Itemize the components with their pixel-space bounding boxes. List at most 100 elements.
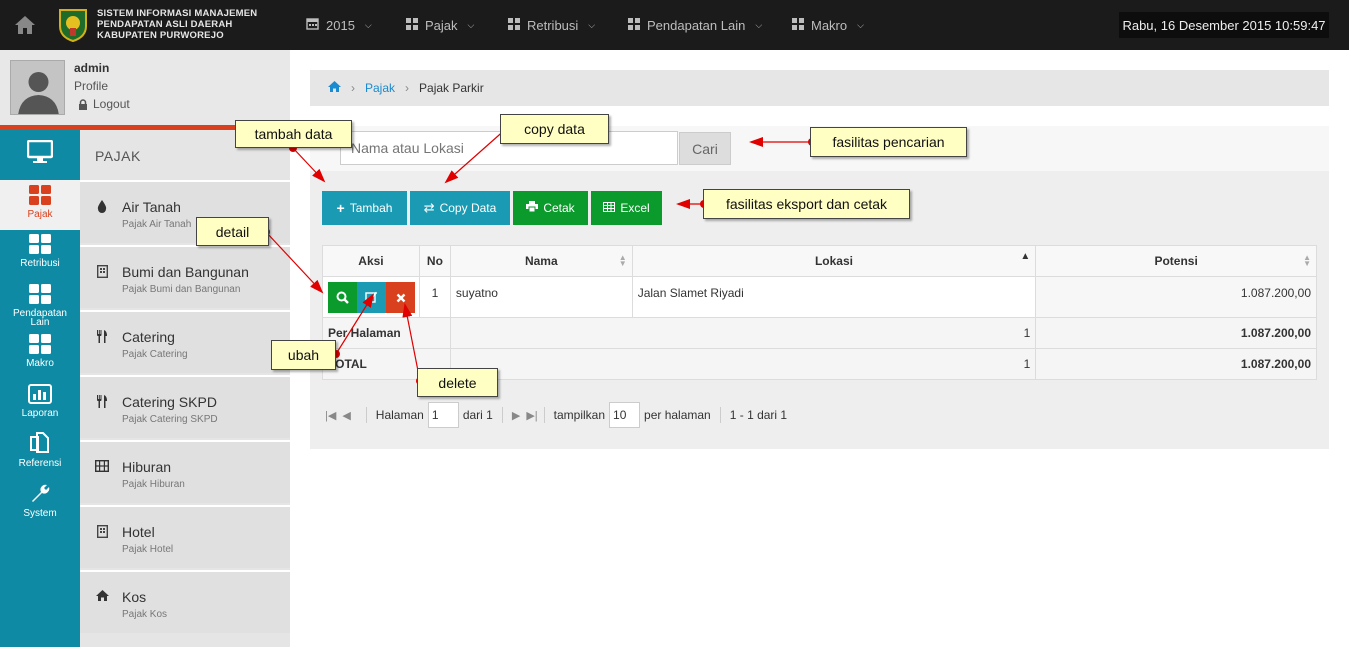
submenu-item-catering[interactable]: Catering Pajak Catering bbox=[80, 310, 290, 373]
pager-divider bbox=[501, 407, 503, 423]
nav-laporan[interactable]: Laporan bbox=[0, 384, 80, 424]
per-page-input[interactable]: 10 bbox=[609, 402, 641, 428]
delete-button[interactable] bbox=[386, 282, 415, 313]
data-table: Aksi No Nama ▲ ▼ Lokasi ▲ Potensi ▲ ▼ 1 suyat… bbox=[322, 245, 1317, 380]
submenu-item-catering-skpd[interactable]: Catering SKPD Pajak Catering SKPD bbox=[80, 375, 290, 438]
note-pencarian: fasilitas pencarian bbox=[810, 127, 967, 157]
nav-label: Pajak bbox=[27, 209, 53, 220]
submenu-item-hiburan[interactable]: Hiburan Pajak Hiburan bbox=[80, 440, 290, 503]
submenu-item-name: Catering SKPD bbox=[122, 394, 217, 410]
add-button[interactable]: + Tambah bbox=[322, 191, 407, 225]
grid-icon bbox=[406, 17, 418, 33]
chevron-down-icon: ⌵ bbox=[857, 19, 864, 30]
nav-referensi[interactable]: Referensi bbox=[0, 432, 80, 474]
excel-button-label: Excel bbox=[620, 201, 650, 215]
cell-potensi: 1.087.200,00 bbox=[1035, 276, 1317, 318]
print-button[interactable]: Cetak bbox=[513, 191, 588, 225]
search-button[interactable]: Cari bbox=[679, 132, 731, 165]
submenu-item-desc: Pajak Catering SKPD bbox=[122, 414, 218, 425]
submenu-item-kos[interactable]: Kos Pajak Kos bbox=[80, 570, 290, 633]
note-tambah: tambah data bbox=[235, 120, 352, 148]
avatar bbox=[10, 60, 65, 115]
menu-makro[interactable]: Makro ⌵ bbox=[792, 0, 864, 50]
add-button-label: Tambah bbox=[349, 201, 393, 215]
grid-icon bbox=[628, 17, 640, 33]
bar-chart-icon bbox=[28, 384, 52, 404]
pajak-submenu: PAJAK Air Tanah Pajak Air Tanah Bumi dan… bbox=[80, 130, 290, 647]
pager-show-label: tampilkan bbox=[553, 408, 606, 422]
menu-year[interactable]: 2015 ⌵ bbox=[306, 0, 372, 50]
next-page-icon[interactable]: ▶ bbox=[512, 409, 520, 422]
last-page-icon[interactable]: ▶| bbox=[526, 409, 537, 422]
sort-asc-icon: ▲ bbox=[1020, 251, 1031, 262]
submenu-item-name: Catering bbox=[122, 329, 175, 345]
page-number-input[interactable]: 1 bbox=[427, 402, 459, 428]
home-button[interactable] bbox=[0, 0, 50, 50]
top-navbar: SISTEM INFORMASI MANAJEMEN PENDAPATAN AS… bbox=[0, 0, 1349, 50]
table-header-row: Aksi No Nama ▲ ▼ Lokasi ▲ Potensi ▲ ▼ bbox=[322, 245, 1317, 277]
logout-label: Logout bbox=[93, 97, 130, 111]
note-eksport: fasilitas eksport dan cetak bbox=[703, 189, 910, 219]
breadcrumb-current: Pajak Parkir bbox=[419, 81, 484, 95]
prev-page-icon[interactable]: ◀ bbox=[342, 409, 350, 422]
pager-info: 1 - 1 dari 1 bbox=[729, 408, 788, 422]
edit-button[interactable] bbox=[357, 282, 386, 313]
nav-retribusi[interactable]: Retribusi bbox=[0, 234, 80, 274]
user-panel: admin Profile Logout bbox=[0, 50, 290, 125]
chevron-down-icon: ⌵ bbox=[467, 19, 475, 30]
nav-label: Laporan bbox=[21, 408, 59, 419]
column-header-lokasi[interactable]: Lokasi ▲ bbox=[631, 245, 1037, 277]
menu-pendapatan-lain[interactable]: Pendapatan Lain ⌵ bbox=[628, 0, 762, 50]
logout-link[interactable]: Logout bbox=[78, 97, 130, 111]
pager-divider bbox=[543, 407, 545, 423]
total-count: 1 bbox=[449, 348, 1037, 380]
submenu-item-name: Hiburan bbox=[122, 459, 172, 475]
header-label: Lokasi bbox=[814, 254, 853, 268]
excel-button[interactable]: Excel bbox=[591, 191, 662, 225]
table-row[interactable]: 1 suyatno Jalan Slamet Riyadi 1.087.200,… bbox=[322, 276, 1317, 318]
app-title: SISTEM INFORMASI MANAJEMEN PENDAPATAN AS… bbox=[97, 8, 257, 41]
cell-no: 1 bbox=[418, 276, 451, 318]
submenu-item-desc: Pajak Kos bbox=[122, 609, 168, 620]
column-header-potensi[interactable]: Potensi ▲ ▼ bbox=[1035, 245, 1317, 277]
chevron-down-icon: ⌵ bbox=[364, 19, 372, 30]
pager-divider bbox=[365, 407, 367, 423]
submenu-item-name: Kos bbox=[122, 589, 147, 605]
building-icon bbox=[95, 524, 109, 539]
nav-makro[interactable]: Makro bbox=[0, 334, 80, 374]
grid-icon bbox=[29, 334, 51, 354]
regency-logo bbox=[58, 8, 88, 43]
grid-icon bbox=[29, 284, 51, 304]
nav-pajak[interactable]: Pajak bbox=[0, 180, 80, 230]
detail-button[interactable] bbox=[328, 282, 357, 313]
home-icon[interactable] bbox=[328, 81, 341, 95]
menu-retribusi[interactable]: Retribusi ⌵ bbox=[508, 0, 595, 50]
calendar-icon bbox=[306, 17, 319, 33]
profile-link[interactable]: Profile bbox=[74, 79, 108, 93]
submenu-item-bumi-bangunan[interactable]: Bumi dan Bangunan Pajak Bumi dan Banguna… bbox=[80, 245, 290, 308]
icon-sidebar: Pajak Retribusi Pendapatan Lain Makro La… bbox=[0, 130, 80, 647]
drop-icon bbox=[95, 200, 109, 214]
breadcrumb-link[interactable]: Pajak bbox=[365, 81, 395, 95]
nav-system[interactable]: System bbox=[0, 482, 80, 524]
grid-icon bbox=[508, 17, 520, 33]
edit-icon bbox=[365, 291, 378, 303]
film-icon bbox=[94, 459, 110, 474]
chevron-down-icon: ⌵ bbox=[588, 19, 596, 30]
nav-dashboard[interactable] bbox=[0, 140, 80, 175]
cell-lokasi: Jalan Slamet Riyadi bbox=[631, 276, 1037, 318]
menu-pajak[interactable]: Pajak ⌵ bbox=[406, 0, 474, 50]
home-icon bbox=[15, 16, 35, 34]
nav-pendapatan-lain[interactable]: Pendapatan Lain bbox=[0, 284, 80, 330]
breadcrumb: › Pajak › Pajak Parkir bbox=[310, 70, 1329, 106]
chevron-right-icon: › bbox=[405, 81, 410, 95]
menu-label: Pendapatan Lain bbox=[647, 17, 746, 33]
first-page-icon[interactable]: |◀ bbox=[325, 409, 336, 422]
column-header-nama[interactable]: Nama ▲ ▼ bbox=[449, 245, 633, 277]
nav-label: Retribusi bbox=[20, 258, 60, 269]
per-halaman-count: 1 bbox=[449, 317, 1037, 349]
pager-divider bbox=[719, 407, 721, 423]
submenu-item-hotel[interactable]: Hotel Pajak Hotel bbox=[80, 505, 290, 568]
column-header-no[interactable]: No bbox=[418, 245, 451, 277]
copy-data-button[interactable]: ⇄ Copy Data bbox=[410, 191, 510, 225]
